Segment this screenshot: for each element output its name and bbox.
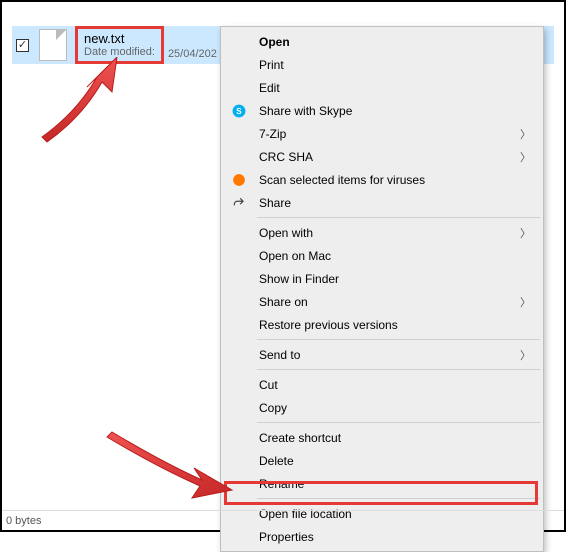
antivirus-icon [229,173,249,187]
menu-label: Print [249,58,531,72]
menu-open-with[interactable]: Open with 〉 [223,221,541,244]
menu-separator [257,369,540,370]
menu-label: Scan selected items for viruses [249,173,531,187]
annotation-arrow-top [22,57,152,147]
file-date-value: 25/04/202 [168,48,217,64]
menu-rename[interactable]: Rename [223,472,541,495]
file-highlight-box: new.txt Date modified: [75,26,164,65]
svg-text:S: S [236,106,242,115]
menu-cut[interactable]: Cut [223,373,541,396]
menu-label: Send to [249,348,520,362]
menu-label: Share on [249,295,520,309]
menu-label: Share with Skype [249,104,531,118]
menu-label: Create shortcut [249,431,531,445]
menu-separator [257,217,540,218]
file-date-label: Date modified: [84,46,155,59]
file-icon [39,29,67,61]
menu-delete[interactable]: Delete [223,449,541,472]
menu-send-to[interactable]: Send to 〉 [223,343,541,366]
menu-crc-sha[interactable]: CRC SHA 〉 [223,145,541,168]
menu-label: Open [249,35,531,49]
status-size: 0 bytes [6,515,41,527]
menu-restore-prev[interactable]: Restore previous versions [223,313,541,336]
menu-label: Share [249,196,531,210]
submenu-arrow-icon: 〉 [520,225,531,241]
menu-separator [257,498,540,499]
context-menu: Open Print Edit S Share with Skype 7-Zip… [220,26,544,552]
file-name: new.txt [84,31,155,47]
menu-label: Restore previous versions [249,318,531,332]
menu-separator [257,422,540,423]
menu-label: Copy [249,401,531,415]
menu-edit[interactable]: Edit [223,76,541,99]
menu-label: Open on Mac [249,249,531,263]
submenu-arrow-icon: 〉 [520,347,531,363]
menu-label: 7-Zip [249,127,520,141]
checkbox-selected[interactable] [16,39,29,52]
skype-icon: S [229,104,249,118]
menu-share-on[interactable]: Share on 〉 [223,290,541,313]
menu-separator [257,339,540,340]
menu-open-mac[interactable]: Open on Mac [223,244,541,267]
menu-label: Show in Finder [249,272,531,286]
submenu-arrow-icon: 〉 [520,294,531,310]
menu-share[interactable]: Share [223,191,541,214]
menu-label: Open with [249,226,520,240]
menu-label: Edit [249,81,531,95]
status-bar: 0 bytes [2,510,564,530]
menu-label: CRC SHA [249,150,520,164]
menu-print[interactable]: Print [223,53,541,76]
menu-show-finder[interactable]: Show in Finder [223,267,541,290]
menu-create-shortcut[interactable]: Create shortcut [223,426,541,449]
menu-copy[interactable]: Copy [223,396,541,419]
submenu-arrow-icon: 〉 [520,126,531,142]
menu-label: Cut [249,378,531,392]
menu-open[interactable]: Open [223,30,541,53]
share-icon [229,196,249,210]
menu-label: Delete [249,454,531,468]
menu-scan-viruses[interactable]: Scan selected items for viruses [223,168,541,191]
submenu-arrow-icon: 〉 [520,149,531,165]
menu-label: Rename [249,477,531,491]
menu-7zip[interactable]: 7-Zip 〉 [223,122,541,145]
menu-share-skype[interactable]: S Share with Skype [223,99,541,122]
